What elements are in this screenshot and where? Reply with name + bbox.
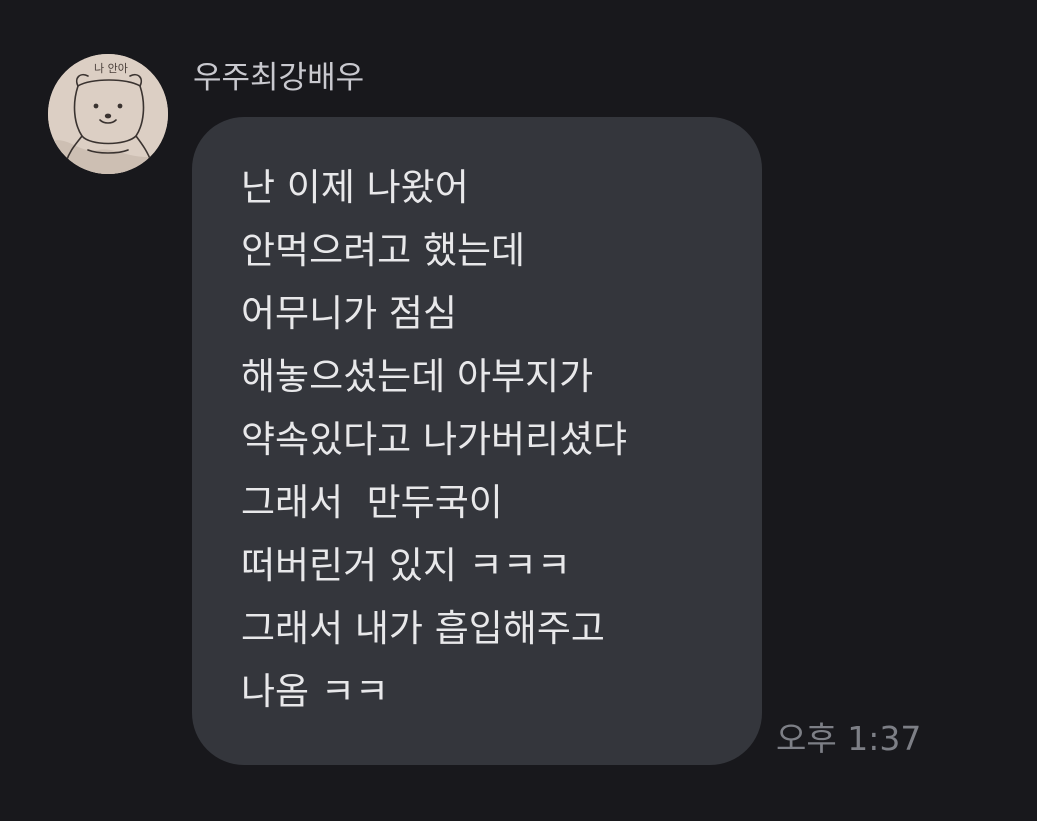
message-line: 어무니가 점심 <box>241 292 458 335</box>
avatar-caption: 나 안아 <box>94 62 128 75</box>
bear-drawing-avatar-icon: 나 안아 <box>48 54 168 174</box>
message-line: 안먹으려고 했는데 <box>241 229 526 272</box>
message-line: 그래서 내가 흡입해주고 <box>241 607 605 650</box>
message-bubble[interactable]: 난 이제 나왔어 안먹으려고 했는데 어무니가 점심 해놓으셨는데 아부지가 약… <box>192 117 762 765</box>
message-line: 해놓으셨는데 아부지가 <box>241 355 594 398</box>
message-line: 약속있다고 나가버리셨댜 <box>241 418 628 461</box>
sender-name[interactable]: 우주최강배우 <box>193 56 364 100</box>
message-line: 그래서 만두국이 <box>241 481 503 524</box>
message-line: 난 이제 나왔어 <box>241 166 469 209</box>
sender-avatar[interactable]: 나 안아 <box>48 54 168 174</box>
message-line: 나옴 ㅋㅋ <box>241 670 389 713</box>
message-timestamp: 오후 1:37 <box>776 719 922 758</box>
message-line: 떠버린거 있지 ㅋㅋㅋ <box>241 544 571 587</box>
